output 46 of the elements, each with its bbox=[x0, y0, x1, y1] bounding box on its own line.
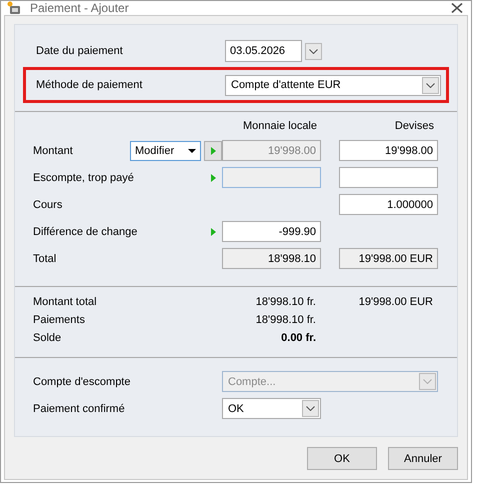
amount-field[interactable]: 19'998.00 EUR bbox=[339, 248, 438, 269]
column-header: Monnaie locale bbox=[242, 120, 318, 134]
summary-value: 18'998.10 fr. bbox=[254, 296, 317, 308]
chevron-down-icon bbox=[426, 82, 435, 88]
summary-label: Paiements bbox=[33, 314, 86, 326]
dialog-button[interactable]: OK bbox=[307, 447, 377, 470]
play-icon bbox=[210, 228, 216, 236]
summary-value: 0.00 fr. bbox=[280, 332, 317, 344]
play-icon bbox=[210, 146, 216, 154]
field-label: Total bbox=[33, 252, 56, 264]
select-field[interactable]: Compte d'attente EUR bbox=[225, 74, 441, 96]
summary-label: Solde bbox=[33, 332, 62, 344]
close-icon[interactable] bbox=[451, 3, 463, 13]
amount-field[interactable]: 18'998.10 bbox=[222, 248, 321, 269]
field-label: Date du paiement bbox=[36, 45, 124, 57]
field-label: Compte d'escompte bbox=[33, 376, 132, 388]
field-label: Méthode de paiement bbox=[36, 79, 144, 91]
amount-field[interactable] bbox=[222, 167, 321, 188]
summary-value: 18'998.10 fr. bbox=[254, 314, 317, 326]
field-label: Cours bbox=[33, 198, 62, 210]
amount-field[interactable]: -999.90 bbox=[222, 221, 321, 242]
caret-icon bbox=[188, 148, 196, 152]
window-title: Paiement - Ajouter bbox=[30, 1, 130, 15]
amount-field[interactable]: 19'998.00 bbox=[339, 140, 438, 161]
field-label: Paiement confirmé bbox=[33, 402, 126, 414]
field-label: Montant bbox=[33, 144, 73, 156]
app-icon bbox=[7, 1, 21, 15]
chevron-down-icon bbox=[423, 379, 432, 384]
date-field[interactable]: 03.05.2026 bbox=[225, 40, 302, 62]
chevron-down-icon bbox=[306, 406, 315, 411]
apply-button[interactable] bbox=[204, 140, 222, 160]
summary-label: Montant total bbox=[33, 296, 98, 308]
summary-value: 19'998.00 EUR bbox=[358, 296, 434, 308]
dropdown-button[interactable] bbox=[302, 400, 319, 417]
amount-field[interactable]: 1.000000 bbox=[339, 194, 438, 215]
dropdown-button[interactable] bbox=[422, 76, 439, 94]
mode-dropdown[interactable]: Modifier bbox=[130, 140, 201, 160]
field-label: Escompte, trop payé bbox=[33, 172, 134, 184]
chevron-down-icon bbox=[309, 48, 318, 54]
column-header: Devises bbox=[394, 120, 435, 134]
select-field[interactable]: OK bbox=[222, 398, 321, 419]
dropdown-button[interactable] bbox=[305, 42, 322, 60]
amount-field[interactable] bbox=[339, 167, 438, 188]
field-label: Différence de change bbox=[33, 226, 138, 238]
play-icon bbox=[210, 174, 216, 182]
dialog-button[interactable]: Annuler bbox=[388, 447, 458, 470]
